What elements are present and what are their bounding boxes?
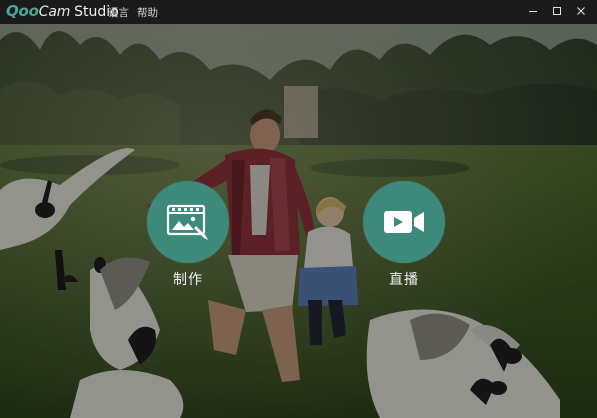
background-dim-overlay bbox=[0, 0, 597, 418]
logo-brand: QooCam bbox=[6, 2, 70, 20]
minimize-icon bbox=[529, 11, 537, 12]
app-logo: QooCam Studio bbox=[6, 2, 119, 22]
menu-help[interactable]: 帮助 bbox=[137, 5, 158, 20]
create-video-label: 制作 bbox=[173, 272, 203, 288]
logo-brand-suffix: Cam bbox=[38, 4, 71, 20]
create-video-button[interactable]: 制作 bbox=[143, 181, 233, 301]
title-bar: QooCam Studio 语言 帮助 bbox=[0, 0, 597, 24]
maximize-icon bbox=[553, 7, 561, 15]
video-camera-icon bbox=[384, 211, 424, 233]
live-stream-button[interactable]: 直播 bbox=[359, 181, 449, 301]
video-editing-icon bbox=[166, 204, 208, 240]
create-video-circle[interactable] bbox=[147, 181, 229, 263]
qoocam-studio-window: QooCam Studio 语言 帮助 制作 直播 bbox=[0, 0, 597, 418]
live-stream-circle[interactable] bbox=[363, 181, 445, 263]
close-button[interactable] bbox=[567, 0, 595, 22]
menu-language[interactable]: 语言 bbox=[108, 5, 129, 20]
live-stream-label: 直播 bbox=[389, 272, 419, 288]
logo-brand-prefix: Qoo bbox=[6, 2, 39, 20]
close-icon bbox=[577, 7, 585, 15]
